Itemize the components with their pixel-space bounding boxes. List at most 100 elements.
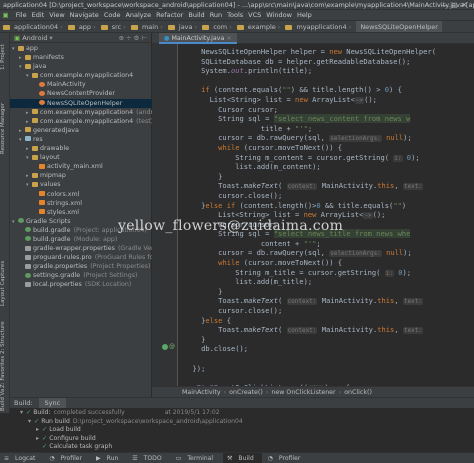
build-row[interactable]: ▸ ✓ Load build [20,426,474,435]
tree-item[interactable]: ▾ app [10,44,152,53]
tree-item[interactable]: ▸ com.example.myapplication4 (test) [10,117,152,126]
menu-build[interactable]: Build [186,10,207,20]
tool-window-structure[interactable]: 2: Structure [0,318,10,358]
menu-window[interactable]: Window [264,10,295,20]
code-crumb-listener[interactable]: new OnClickListener [271,389,335,396]
tab-sync[interactable]: Sync [38,398,67,408]
tree-item-label: gradle-wrapper.properties [33,245,115,253]
menu-view[interactable]: View [47,10,67,20]
folder-icon [25,63,31,69]
tree-item[interactable]: ▸ generatedJava [10,126,152,135]
tree-item[interactable]: ▾ layout [10,153,152,162]
tool-window-build-variants[interactable]: Build Variants [0,389,10,411]
menu-navigate[interactable]: Navigate [67,10,101,20]
breadcrumb-com[interactable]: com [211,21,229,32]
tree-item[interactable]: build.gradle (Module: app) [10,235,152,244]
tool-run[interactable]: ▶ Run [92,453,126,463]
menu-edit[interactable]: Edit [29,10,47,20]
menu-help[interactable]: Help [294,10,314,20]
minimize-button[interactable]: — [441,1,452,9]
project-view-selector[interactable]: Android [22,34,47,42]
chevron-right-icon: › [194,23,198,31]
hide-icon[interactable]: ⊢ [141,34,149,42]
tree-item[interactable]: ▸ drawable [10,144,152,153]
chevron-right-icon: › [93,23,96,31]
sync-icon[interactable]: ⊕ [119,34,126,42]
collapse-icon[interactable]: ÷ [126,34,133,42]
build-tree: ▾ ✓ Build: completed successfully at 2019/5… [10,408,474,453]
tool-window-layout-captures[interactable]: Layout Captures [0,253,10,313]
tool-profiler-2[interactable]: ◔ Profiler [264,453,309,463]
menu-refactor[interactable]: Refactor [154,10,186,20]
build-row-label: Build: [33,409,51,416]
tree-item[interactable]: ▸ manifests [10,53,152,62]
folder-icon [25,127,31,133]
tree-item[interactable]: styles.xml [10,208,152,217]
tree-item[interactable]: ▾ res [10,135,152,144]
tree-item[interactable]: settings.gradle (Project Settings) [10,271,152,280]
folder-icon [236,24,244,30]
tree-item[interactable]: MainActivity [10,80,152,89]
tree-item[interactable]: ▸com.example.myapplication4(androidTest) [10,108,152,117]
tree-item[interactable]: proguard-rules.pro(ProGuard Rules for ap… [10,253,152,262]
tree-item[interactable]: ▾ com.example.myapplication4 [10,71,152,80]
tree-item-label: res [33,135,43,143]
breadcrumb-app[interactable]: app [77,21,93,32]
build-row[interactable]: ▾ ✓ Run build D:\project_workspace\workspa… [20,418,474,427]
tree-item[interactable]: local.properties (SDK Location) [10,280,152,289]
tool-window-resource-manager[interactable]: Resource Manager [0,93,10,163]
tool-terminal[interactable]: ▭ Terminal [172,453,221,463]
breadcrumb-project[interactable]: application04 [12,21,60,32]
tree-item[interactable]: activity_main.xml [10,162,152,171]
breadcrumb-java[interactable]: java [177,21,195,32]
tree-item-label: layout [40,154,60,162]
tree-item[interactable]: ▾ values [10,180,152,189]
breadcrumb-class[interactable]: NewsSQLiteOpenHelper [356,21,442,32]
menu-analyze[interactable]: Analyze [123,10,154,20]
tree-item[interactable]: strings.xml [10,199,152,208]
build-row[interactable]: ▾ ✓ Build: completed successfully at 2019/5… [20,409,474,418]
close-icon[interactable]: × [224,35,231,42]
code-crumb-method[interactable]: onCreate() [229,389,263,396]
code-crumb-onclick[interactable]: onClick() [344,389,372,396]
breadcrumb-src[interactable]: src [110,21,124,32]
build-row[interactable]: ▸ ✓ Configure build [20,435,474,444]
tool-todo[interactable]: ☰ TODO [128,453,169,463]
tree-item[interactable]: NewsSQLiteOpenHelper [10,98,152,108]
tree-item[interactable]: gradle.properties (Project Properties) [10,262,152,271]
lambda-gutter-icon[interactable]: @ [169,343,175,350]
menu-run[interactable]: Run [207,10,224,20]
close-button[interactable]: ✕ [462,1,471,9]
tool-profiler[interactable]: ◔ Profiler [45,453,90,463]
tree-item-label: MainActivity [47,81,86,89]
tree-item-note: (SDK Location) [84,281,132,289]
chevron-right-icon: › [123,23,126,31]
tree-item[interactable]: NewsContentProvider [10,89,152,98]
menu-tools[interactable]: Tools [225,10,246,20]
tree-item[interactable]: colors.xml [10,190,152,199]
chevron-down-icon[interactable]: ▾ [47,34,52,42]
code-crumb-class[interactable]: MainActivity [182,389,221,396]
menu-vcs[interactable]: VCS [246,10,264,20]
tree-item-label: app [26,45,38,52]
code-editor[interactable]: @ NewsSQLiteOpenHelper helper = new News… [152,44,474,386]
breadcrumb-example[interactable]: example [246,21,278,32]
build-row[interactable]: ✓ Calculate task graph [20,443,474,452]
tool-window-project[interactable]: 1: Project [0,37,10,77]
tab-main-activity[interactable]: ● MainActivity.java × [159,33,237,44]
tree-item-note: (androidTest) [136,108,152,116]
tree-item[interactable]: gradle-wrapper.properties(Gradle Version… [10,244,152,253]
run-gutter-icon[interactable] [162,344,168,350]
tree-item[interactable]: ▸ mipmap [10,171,152,180]
tool-terminal-label: Terminal [187,455,214,462]
code-area[interactable]: NewsSQLiteOpenHelper helper = new NewsSQ… [178,44,474,386]
breadcrumb-package[interactable]: myapplication4 [294,21,348,32]
tool-logcat[interactable]: ≡ Logcat [0,453,43,463]
menu-file[interactable]: File [13,10,29,20]
menu-code[interactable]: Code [101,10,123,20]
breadcrumb-main[interactable]: main [140,21,160,32]
tool-window-favorites[interactable]: Z: Favorites [0,356,10,388]
maximize-button[interactable]: □ [451,1,461,9]
tree-item[interactable]: ▾ java [10,62,152,71]
tool-build[interactable]: ⚒ Build [223,453,262,463]
